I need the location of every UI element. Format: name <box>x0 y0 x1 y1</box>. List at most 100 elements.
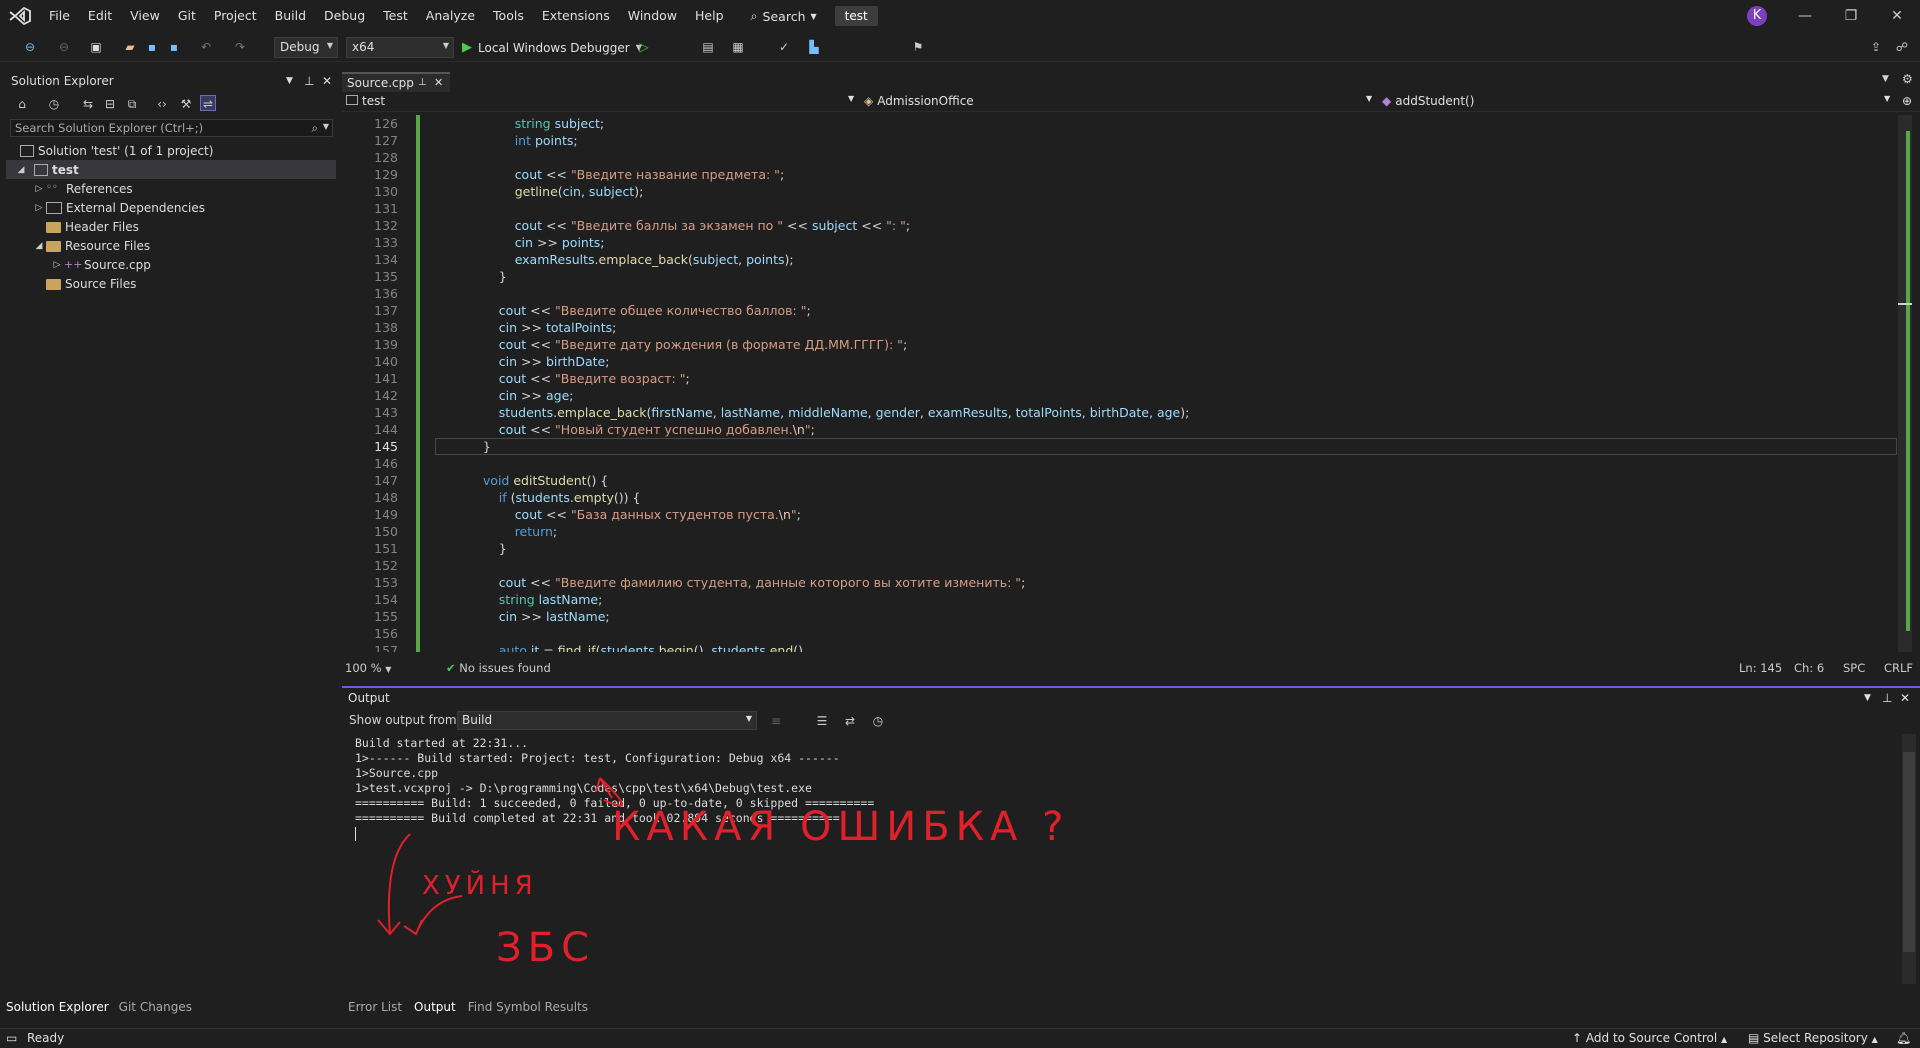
new-item-icon[interactable]: ▣ <box>88 39 104 55</box>
menu-debug[interactable]: Debug <box>315 0 374 32</box>
expanded-arrow-icon[interactable]: ◢ <box>14 165 28 175</box>
tree-solution[interactable]: Solution 'test' (1 of 1 project) <box>6 141 336 160</box>
nav-project-dropdown[interactable]: test <box>346 94 385 108</box>
close-icon[interactable]: ✕ <box>1874 0 1920 32</box>
code-line-current[interactable]: 145 } <box>342 438 1902 455</box>
save-all-icon[interactable]: ▪ <box>166 39 182 55</box>
line-ending-indicator[interactable]: CRLF <box>1884 661 1913 675</box>
code-line[interactable]: 129 cout << "Введите название предмета: … <box>342 166 1902 183</box>
toolbar-tool-icon[interactable]: ▦ <box>730 39 746 55</box>
pin-icon[interactable]: ⊥ <box>1882 688 1892 708</box>
start-without-debugging-icon[interactable]: ▷ <box>636 39 652 55</box>
toolbar-tool-icon[interactable]: ✓ <box>776 39 792 55</box>
tab-error-list[interactable]: Error List <box>348 1000 402 1014</box>
avatar[interactable]: K <box>1747 6 1767 26</box>
add-to-source-control-button[interactable]: ↑ Add to Source Control ▲ <box>1572 1031 1727 1045</box>
menu-view[interactable]: View <box>121 0 169 32</box>
redo-icon[interactable]: ↷ <box>232 39 248 55</box>
find-message-icon[interactable]: ≡ <box>768 713 784 729</box>
tree-references[interactable]: ▷ ◦◦ References <box>6 179 336 198</box>
output-text[interactable]: Build started at 22:31... 1>------ Build… <box>355 736 874 841</box>
word-wrap-icon[interactable]: ⇄ <box>842 713 858 729</box>
close-icon[interactable]: ✕ <box>322 74 332 88</box>
tab-git-changes[interactable]: Git Changes <box>119 1000 192 1020</box>
code-line[interactable]: 150 return; <box>342 523 1902 540</box>
code-line[interactable]: 133 cin >> points; <box>342 234 1902 251</box>
code-line[interactable]: 134 examResults.emplace_back(subject, po… <box>342 251 1902 268</box>
code-line[interactable]: 140 cin >> birthDate; <box>342 353 1902 370</box>
code-line[interactable]: 151 } <box>342 540 1902 557</box>
chevron-down-icon[interactable]: ▼ <box>323 122 329 131</box>
menu-analyze[interactable]: Analyze <box>417 0 484 32</box>
menu-test[interactable]: Test <box>374 0 417 32</box>
minimize-icon[interactable]: — <box>1782 0 1828 32</box>
show-all-files-icon[interactable]: ⧉ <box>124 96 140 112</box>
properties-icon[interactable]: ⚒ <box>178 96 194 112</box>
editor-vertical-scrollbar[interactable] <box>1898 115 1912 652</box>
menu-help[interactable]: Help <box>686 0 733 32</box>
configuration-dropdown[interactable]: Debug ▼ <box>274 37 338 58</box>
code-line[interactable]: 137 cout << "Введите общее количество ба… <box>342 302 1902 319</box>
tab-find-symbol-results[interactable]: Find Symbol Results <box>468 1000 588 1014</box>
whitespace-indicator[interactable]: SPC <box>1843 661 1865 675</box>
feedback-icon[interactable]: ☍ <box>1894 39 1910 55</box>
tree-resource-files[interactable]: ◢ Resource Files <box>6 236 336 255</box>
code-line[interactable]: 154 string lastName; <box>342 591 1902 608</box>
expanded-arrow-icon[interactable]: ◢ <box>32 241 46 251</box>
pin-icon[interactable]: ⊥ <box>418 77 427 88</box>
nav-class-dropdown[interactable]: ◈ AdmissionOffice <box>864 94 974 108</box>
back-icon[interactable]: ⊖ <box>22 39 38 55</box>
notifications-icon[interactable]: 🔔︎ <box>1896 1031 1911 1045</box>
timestamp-icon[interactable]: ◷ <box>870 713 886 729</box>
chevron-down-icon[interactable]: ▼ <box>286 76 293 86</box>
code-line[interactable]: 146 <box>342 455 1902 472</box>
tree-external-dependencies[interactable]: ▷ External Dependencies <box>6 198 336 217</box>
code-line[interactable]: 148 if (students.empty()) { <box>342 489 1902 506</box>
tab-solution-explorer[interactable]: Solution Explorer <box>6 1000 109 1020</box>
code-line[interactable]: 136 <box>342 285 1902 302</box>
zoom-dropdown[interactable]: 100 % ▼ <box>345 661 391 675</box>
code-line[interactable]: 147 void editStudent() { <box>342 472 1902 489</box>
bookmark-icon[interactable]: ⚑ <box>910 39 926 55</box>
tree-source-files[interactable]: Source Files <box>6 274 336 293</box>
platform-dropdown[interactable]: x64 ▼ <box>346 37 454 58</box>
collapse-all-icon[interactable]: ⊟ <box>102 96 118 112</box>
menu-edit[interactable]: Edit <box>79 0 121 32</box>
restore-icon[interactable]: ❐ <box>1828 0 1874 32</box>
menu-git[interactable]: Git <box>169 0 205 32</box>
chevron-down-icon[interactable]: ▼ <box>848 94 854 103</box>
code-line[interactable]: 152 <box>342 557 1902 574</box>
code-view-icon[interactable]: ‹› <box>154 96 170 112</box>
select-repository-button[interactable]: ▤ Select Repository ▲ <box>1748 1031 1878 1045</box>
code-line[interactable]: 127 int points; <box>342 132 1902 149</box>
preview-icon[interactable]: ⇌ <box>200 95 216 111</box>
sync-icon[interactable]: ⇆ <box>80 96 96 112</box>
code-line[interactable]: 139 cout << "Введите дату рождения (в фо… <box>342 336 1902 353</box>
menu-build[interactable]: Build <box>266 0 315 32</box>
tree-source-cpp[interactable]: ▷ ++ Source.cpp <box>6 255 336 274</box>
menu-extensions[interactable]: Extensions <box>533 0 619 32</box>
code-line[interactable]: 141 cout << "Введите возраст: "; <box>342 370 1902 387</box>
solution-search-input[interactable]: Search Solution Explorer (Ctrl+;) ⌕ ▼ <box>10 119 333 137</box>
pin-icon[interactable]: ⊥ <box>304 74 314 88</box>
clear-all-icon[interactable]: ☰ <box>814 713 830 729</box>
close-icon[interactable]: ✕ <box>1900 688 1910 708</box>
collapsed-arrow-icon[interactable]: ▷ <box>32 203 46 213</box>
forward-icon[interactable]: ⊖ <box>56 39 72 55</box>
open-folder-icon[interactable]: ▰ <box>122 39 138 55</box>
home-icon[interactable]: ⌂ <box>14 96 30 112</box>
solution-name-badge[interactable]: test <box>834 6 878 26</box>
tree-header-files[interactable]: Header Files <box>6 217 336 236</box>
column-indicator[interactable]: Ch: 6 <box>1794 661 1824 675</box>
code-line[interactable]: 153 cout << "Введите фамилию студента, д… <box>342 574 1902 591</box>
collapsed-arrow-icon[interactable]: ▷ <box>32 184 46 194</box>
menu-tools[interactable]: Tools <box>484 0 533 32</box>
global-search-button[interactable]: ⌕ Search ▼ <box>745 8 823 24</box>
code-line[interactable]: 157 auto it = find_if(students.begin(), … <box>342 642 1902 652</box>
close-icon[interactable]: ✕ <box>434 76 443 89</box>
code-line[interactable]: 132 cout << "Введите баллы за экзамен по… <box>342 217 1902 234</box>
chevron-down-icon[interactable]: ▼ <box>1884 94 1890 103</box>
tab-output[interactable]: Output <box>414 1000 456 1014</box>
live-share-icon[interactable]: ⇪ <box>1868 39 1884 55</box>
code-line[interactable]: 131 <box>342 200 1902 217</box>
